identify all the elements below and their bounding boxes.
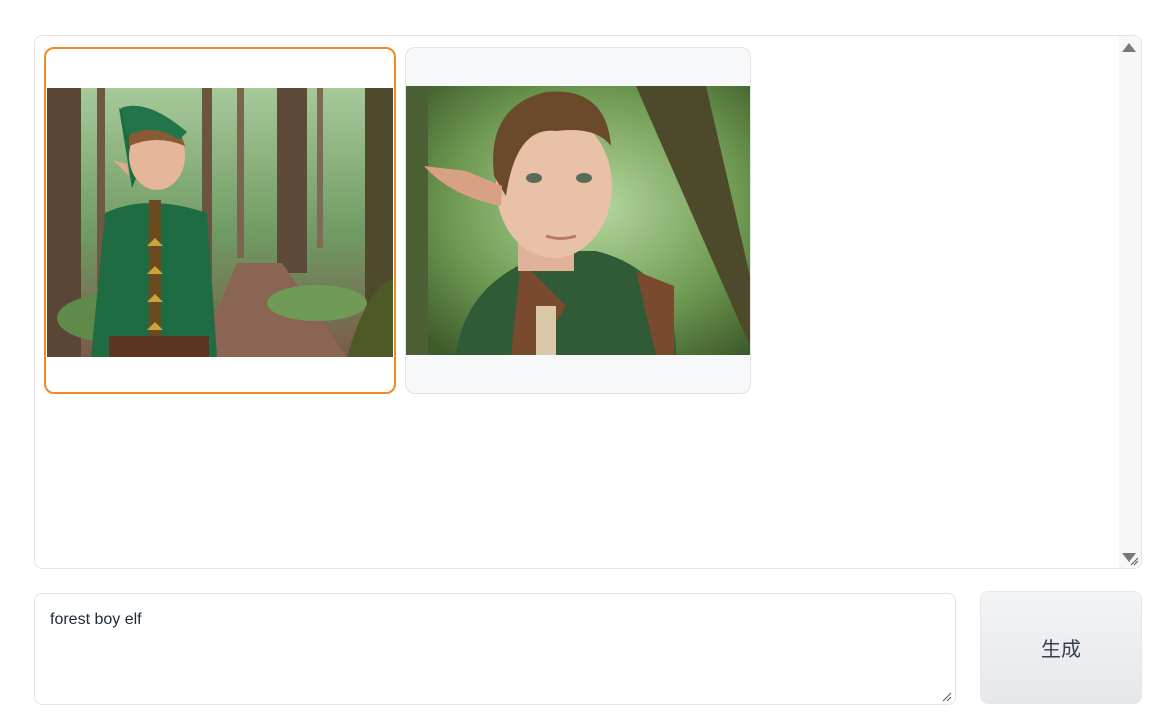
prompt-input[interactable]: forest boy elf [34,593,956,705]
forest-elf-boy-full-body-image [47,88,393,357]
generate-button[interactable]: 生成 [980,591,1142,704]
gallery-thumbnail-2[interactable] [405,47,751,394]
forest-elf-boy-portrait-image [406,86,750,355]
gallery-thumbnail-1[interactable] [44,47,396,394]
gallery-scrollbar[interactable] [1119,36,1141,568]
textarea-resize-grip-icon[interactable] [942,692,952,702]
image-gallery [34,35,1142,569]
scroll-up-arrow-icon[interactable] [1122,43,1136,52]
resize-grip-icon[interactable] [1129,556,1139,566]
